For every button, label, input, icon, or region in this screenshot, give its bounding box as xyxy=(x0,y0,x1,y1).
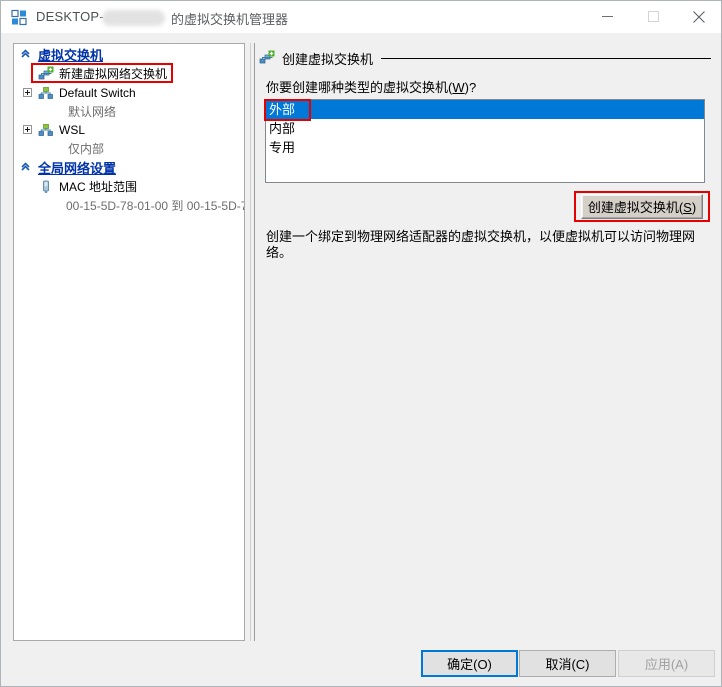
tree-section-global-network-settings[interactable]: 全局网络设置 xyxy=(14,157,244,177)
sidebar-item-sublabel: 仅内部 xyxy=(68,141,105,156)
maximize-icon xyxy=(647,11,659,22)
minimize-button[interactable] xyxy=(584,1,630,32)
chevron-up-icon xyxy=(18,159,34,175)
sidebar-item-new-virtual-network-switch[interactable]: 新建虚拟网络交换机 xyxy=(14,64,244,83)
title-bar[interactable]: DESKTOP- 的虚拟交换机管理器 xyxy=(1,1,721,33)
close-button[interactable] xyxy=(676,1,721,32)
prompt-accelerator: W xyxy=(452,80,465,95)
tree-section-virtual-switches[interactable]: 虚拟交换机 xyxy=(14,44,244,64)
window-title-suffix: 的虚拟交换机管理器 xyxy=(171,12,289,27)
sidebar-item-mac-address-range[interactable]: MAC 地址范围 xyxy=(14,177,244,196)
expander-plus-icon[interactable] xyxy=(23,88,32,97)
navigation-tree[interactable]: 虚拟交换机 新建虚拟网络交换机 Default Switch 默认网络 WSL … xyxy=(13,43,245,641)
main-content-pane: 创建虚拟交换机 你要创建哪种类型的虚拟交换机(W)? 外部 内部 专用 创建虚拟… xyxy=(259,43,711,641)
sidebar-item-label: MAC 地址范围 xyxy=(59,180,138,194)
sidebar-item-sublabel: 默认网络 xyxy=(68,104,117,119)
group-header-rule xyxy=(381,57,711,59)
switch-type-prompt: 你要创建哪种类型的虚拟交换机(W)? xyxy=(266,80,477,95)
virtual-switch-icon xyxy=(38,85,54,101)
create-button-tail: ) xyxy=(691,200,697,215)
group-header-label: 创建虚拟交换机 xyxy=(282,51,374,67)
tree-section-label: 虚拟交换机 xyxy=(38,47,104,63)
cancel-button[interactable]: 取消(C) xyxy=(519,650,616,677)
panel-splitter[interactable] xyxy=(250,43,255,641)
prompt-tail: )? xyxy=(464,80,477,95)
redacted-hostname xyxy=(102,10,165,26)
close-icon xyxy=(693,10,705,23)
create-button-text: 创建虚拟交换机 xyxy=(587,200,679,215)
sidebar-item-label: 新建虚拟网络交换机 xyxy=(59,67,168,81)
list-item[interactable]: 专用 xyxy=(266,138,704,157)
list-item[interactable]: 内部 xyxy=(266,119,704,138)
chevron-up-icon xyxy=(18,46,34,62)
mac-address-icon xyxy=(38,179,54,195)
sidebar-item-sublabel: 00-15-5D-78-01-00 到 00-15-5D-7... xyxy=(66,198,245,213)
group-header: 创建虚拟交换机 xyxy=(259,49,711,67)
window-title-prefix: DESKTOP- xyxy=(36,9,104,24)
apply-button[interactable]: 应用(A) xyxy=(618,650,715,677)
new-virtual-switch-icon xyxy=(259,50,275,66)
hyper-v-manager-icon xyxy=(11,9,28,26)
create-virtual-switch-button[interactable]: 创建虚拟交换机(S) xyxy=(581,194,703,219)
tree-section-label: 全局网络设置 xyxy=(38,160,117,176)
prompt-text: 你要创建哪种类型的虚拟交换机 xyxy=(266,80,449,95)
maximize-button[interactable] xyxy=(630,1,676,32)
sidebar-item-label: Default Switch xyxy=(59,85,136,100)
virtual-switch-manager-window: DESKTOP- 的虚拟交换机管理器 虚拟交换机 新建虚拟网络交换机 Defau… xyxy=(0,0,722,687)
new-virtual-switch-icon xyxy=(38,66,54,82)
expander-plus-icon[interactable] xyxy=(23,125,32,134)
sidebar-item-wsl[interactable]: WSL xyxy=(14,120,244,139)
switch-type-listbox[interactable]: 外部 内部 专用 xyxy=(265,99,705,183)
list-item[interactable]: 外部 xyxy=(266,100,704,119)
switch-type-description: 创建一个绑定到物理网络适配器的虚拟交换机，以便虚拟机可以访问物理网络。 xyxy=(266,229,696,260)
minimize-icon xyxy=(601,16,613,17)
virtual-switch-icon xyxy=(38,122,54,138)
sidebar-item-label: WSL xyxy=(59,122,86,137)
create-button-accelerator: S xyxy=(683,200,692,215)
sidebar-item-default-switch[interactable]: Default Switch xyxy=(14,83,244,102)
ok-button[interactable]: 确定(O) xyxy=(421,650,518,677)
